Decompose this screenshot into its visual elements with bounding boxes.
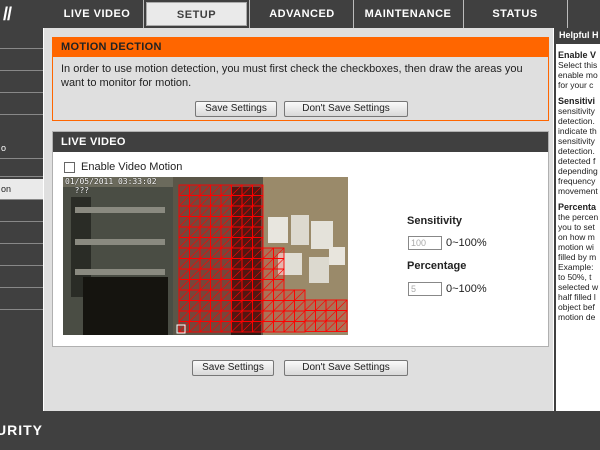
nav-divider	[567, 0, 568, 28]
video-shelf	[75, 239, 165, 245]
camera-video-feed[interactable]: 01/05/2011 03:33:02 ???	[63, 177, 348, 335]
enable-video-motion-row[interactable]: Enable Video Motion	[64, 160, 182, 174]
sidebar-item[interactable]	[0, 267, 43, 288]
percentage-range-hint: 0~100%	[446, 283, 487, 295]
app-window: // LIVE VIDEO SETUP ADVANCED MAINTENANCE…	[0, 0, 600, 450]
live-video-panel-title: LIVE VIDEO	[53, 132, 548, 152]
video-paper	[309, 257, 329, 283]
footer-brand-text: URITY	[0, 422, 43, 438]
sidebar-item-motion-detection[interactable]: on	[0, 179, 43, 200]
help-line: for your c	[558, 80, 594, 90]
video-paper	[311, 221, 333, 249]
help-panel: Helpful H Enable V Select this enable mo…	[554, 28, 600, 411]
nav-divider	[143, 0, 144, 28]
sidebar-item[interactable]	[0, 223, 43, 244]
video-paper	[329, 247, 345, 265]
sidebar-item[interactable]	[0, 289, 43, 310]
video-paper	[268, 217, 288, 243]
sidebar-item[interactable]	[0, 201, 43, 222]
help-heading-sensitivity: Sensitivi	[558, 96, 596, 106]
enable-video-motion-label: Enable Video Motion	[81, 161, 183, 173]
help-title: Helpful H	[556, 28, 600, 44]
video-frame[interactable]	[63, 177, 348, 335]
help-line: frequency	[558, 176, 596, 186]
help-line: half filled l	[558, 292, 596, 302]
tab-maintenance[interactable]: MAINTENANCE	[355, 2, 461, 26]
help-line: detection.	[558, 116, 595, 126]
percentage-input[interactable]: 5	[408, 282, 442, 296]
bottom-dont-save-settings-button[interactable]: Don't Save Settings	[284, 360, 408, 376]
help-line: selected w	[558, 282, 599, 292]
bottom-save-settings-button[interactable]: Save Settings	[192, 360, 274, 376]
tab-setup[interactable]: SETUP	[146, 2, 247, 26]
dont-save-settings-button[interactable]: Don't Save Settings	[284, 101, 408, 117]
video-shelf	[75, 269, 165, 275]
motion-detection-panel: MOTION DECTION In order to use motion de…	[52, 37, 549, 121]
help-line: to 50%, t	[558, 272, 592, 282]
sidebar-item[interactable]	[0, 50, 43, 71]
help-line: enable mo	[558, 70, 598, 80]
tab-status[interactable]: STATUS	[465, 2, 565, 26]
help-heading-percentage: Percenta	[558, 202, 597, 212]
help-line: object bef	[558, 302, 595, 312]
video-osd-label: ???	[65, 186, 90, 195]
tab-live-video[interactable]: LIVE VIDEO	[52, 2, 142, 26]
motion-description: In order to use motion detection, you mu…	[61, 63, 523, 89]
help-content: Helpful H Enable V Select this enable mo…	[556, 28, 600, 411]
help-line: depending	[558, 166, 598, 176]
sidebar-item[interactable]	[0, 28, 43, 49]
help-line: movement	[558, 186, 598, 196]
help-line: indicate th	[558, 126, 597, 136]
help-line: Select this	[558, 60, 598, 70]
live-video-panel: LIVE VIDEO Enable Video Motion 01/05/201…	[52, 131, 549, 347]
help-heading-enable: Enable V	[558, 50, 597, 60]
sidebar-item[interactable]	[0, 245, 43, 266]
video-shelf	[75, 207, 165, 213]
video-paper	[291, 215, 309, 245]
sidebar: o on	[0, 28, 43, 411]
sensitivity-label: Sensitivity	[407, 215, 463, 227]
help-line: Example:	[558, 262, 594, 272]
help-line: detected f	[558, 156, 596, 166]
help-line: sensitivity	[558, 106, 595, 116]
motion-panel-title: MOTION DECTION	[53, 38, 548, 57]
video-timestamp: 01/05/2011 03:33:02	[65, 177, 157, 186]
enable-video-motion-checkbox[interactable]	[64, 161, 75, 173]
save-settings-button[interactable]: Save Settings	[195, 101, 277, 117]
sidebar-item[interactable]	[0, 94, 43, 115]
help-line: sensitivity	[558, 136, 595, 146]
nav-divider	[353, 0, 354, 28]
sensitivity-range-hint: 0~100%	[446, 237, 487, 249]
help-line: motion de	[558, 312, 596, 322]
help-line: you to set	[558, 222, 595, 232]
help-line: the percen	[558, 212, 599, 222]
main-content: MOTION DECTION In order to use motion de…	[44, 28, 553, 411]
top-nav-bar: // LIVE VIDEO SETUP ADVANCED MAINTENANCE…	[0, 0, 600, 28]
footer-bar: URITY	[0, 411, 600, 450]
sensitivity-input[interactable]: 100	[408, 236, 442, 250]
video-printer-box	[83, 277, 168, 335]
video-timestamp-overlay: 01/05/2011 03:33:02 ???	[65, 177, 157, 195]
help-line: motion wi	[558, 242, 594, 252]
help-line: on how m	[558, 232, 595, 242]
nav-divider	[463, 0, 464, 28]
brand-logo: //	[0, 0, 52, 28]
help-line: detection.	[558, 146, 595, 156]
percentage-label: Percentage	[407, 260, 467, 272]
help-line: filled by m	[558, 252, 597, 262]
sidebar-item[interactable]	[0, 72, 43, 93]
sidebar-item[interactable]	[0, 156, 43, 177]
tab-advanced[interactable]: ADVANCED	[252, 2, 352, 26]
nav-divider	[249, 0, 250, 28]
